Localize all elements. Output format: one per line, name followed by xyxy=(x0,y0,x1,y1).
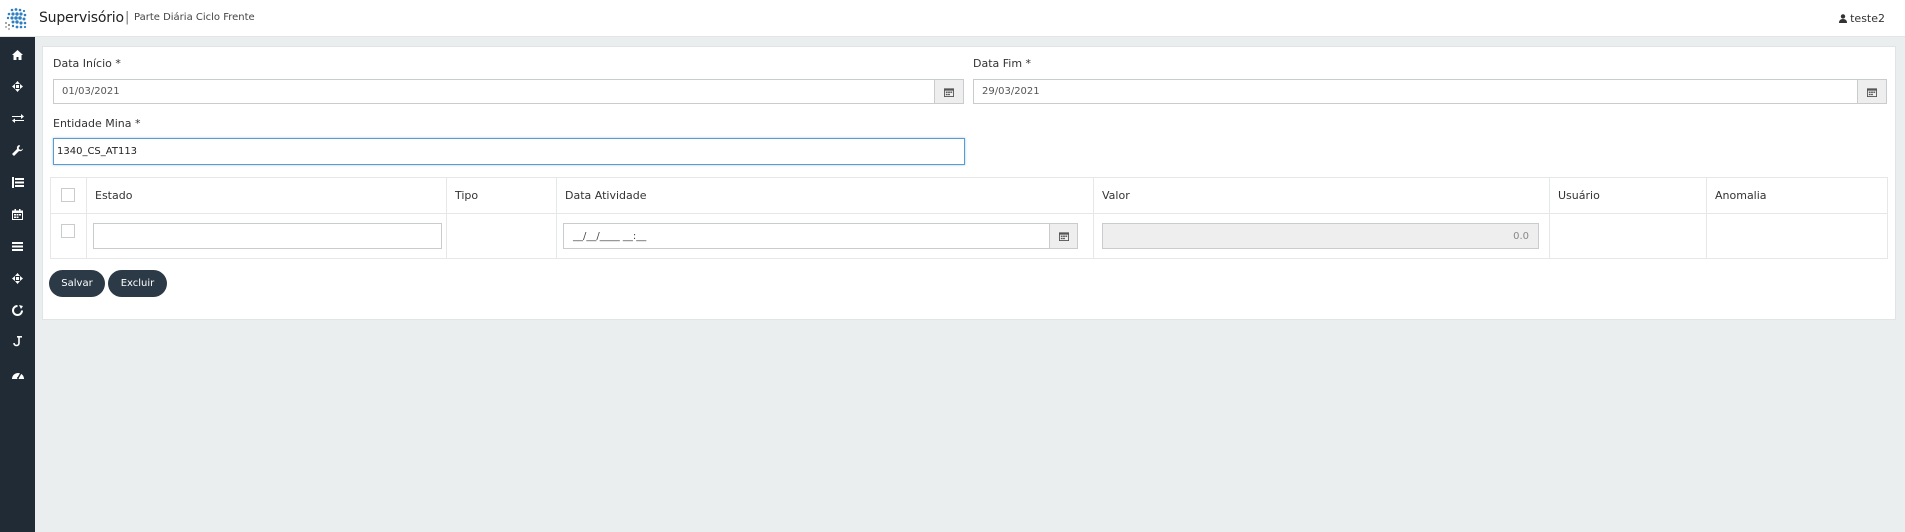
user-icon xyxy=(1839,14,1848,23)
sidebar-item-move[interactable] xyxy=(0,74,35,98)
data-inicio-input[interactable]: 01/03/2021 xyxy=(53,79,935,104)
hook-icon xyxy=(12,336,22,347)
data-inicio-calendar-button[interactable] xyxy=(935,79,964,104)
title-separator: | xyxy=(125,10,130,25)
select-all-checkbox[interactable] xyxy=(61,188,75,202)
menu-icon xyxy=(12,241,23,251)
calendar-icon xyxy=(1867,87,1877,97)
column-header-anomalia[interactable]: Anomalia xyxy=(1707,178,1887,213)
anomalia-cell xyxy=(1707,214,1887,259)
tipo-cell xyxy=(447,214,557,259)
top-bar: Supervisório | Parte Diária Ciclo Frente… xyxy=(0,0,1905,37)
column-header-tipo[interactable]: Tipo xyxy=(447,178,557,213)
valor-cell: 0.0 xyxy=(1094,214,1550,259)
sidebar xyxy=(0,37,35,532)
sidebar-item-home[interactable] xyxy=(0,43,35,67)
sidebar-item-tools[interactable] xyxy=(0,138,35,162)
save-button[interactable]: Salvar xyxy=(49,270,105,297)
data-atividade-cell: __/__/____ __:__ xyxy=(557,214,1094,259)
entidade-mina-label: Entidade Mina * xyxy=(53,117,141,130)
move-icon xyxy=(12,80,23,92)
move-icon xyxy=(12,272,23,284)
data-fim-input[interactable]: 29/03/2021 xyxy=(973,79,1858,104)
data-fim-label: Data Fim * xyxy=(973,57,1032,70)
row-checkbox[interactable] xyxy=(61,224,75,238)
user-menu[interactable]: teste2 xyxy=(1839,12,1885,25)
sidebar-item-refresh[interactable] xyxy=(0,298,35,322)
data-atividade-input[interactable]: __/__/____ __:__ xyxy=(563,223,1050,249)
estado-input[interactable] xyxy=(93,223,442,249)
sidebar-item-calendar[interactable] xyxy=(0,202,35,226)
entidade-mina-input[interactable]: 1340_CS_AT113 xyxy=(53,138,965,165)
data-atividade-calendar-button[interactable] xyxy=(1050,223,1078,249)
sidebar-item-dashboard[interactable] xyxy=(0,362,35,386)
sidebar-item-hook[interactable] xyxy=(0,330,35,354)
column-header-valor[interactable]: Valor xyxy=(1094,178,1550,213)
wrench-icon xyxy=(12,144,23,156)
app-logo-icon[interactable] xyxy=(4,6,30,32)
sidebar-item-menu[interactable] xyxy=(0,234,35,258)
main-panel: Data Início * 01/03/2021 Data Fim * 29/0… xyxy=(42,46,1896,320)
home-icon xyxy=(12,50,23,60)
usuario-cell xyxy=(1550,214,1707,259)
user-name: teste2 xyxy=(1850,12,1885,25)
row-select-cell xyxy=(51,214,87,259)
sidebar-item-list[interactable] xyxy=(0,170,35,194)
valor-readonly: 0.0 xyxy=(1102,223,1539,249)
refresh-icon xyxy=(12,304,23,316)
calendar-icon xyxy=(12,208,23,220)
list-icon xyxy=(11,176,24,188)
dashboard-icon xyxy=(11,372,24,379)
estado-cell xyxy=(87,214,447,259)
data-fim-calendar-button[interactable] xyxy=(1858,79,1887,104)
column-header-data-atividade[interactable]: Data Atividade xyxy=(557,178,1094,213)
app-title: Supervisório xyxy=(39,10,124,26)
calendar-icon xyxy=(944,87,954,97)
header-select-all xyxy=(51,178,87,213)
column-header-usuario[interactable]: Usuário xyxy=(1550,178,1707,213)
column-header-estado[interactable]: Estado xyxy=(87,178,447,213)
data-inicio-label: Data Início * xyxy=(53,57,121,70)
sidebar-item-exchange[interactable] xyxy=(0,106,35,130)
calendar-icon xyxy=(1058,232,1069,241)
page-title: Parte Diária Ciclo Frente xyxy=(134,12,255,23)
exchange-icon xyxy=(11,114,24,123)
delete-button[interactable]: Excluir xyxy=(108,270,167,297)
activities-table: Estado Tipo Data Atividade Valor Usuário… xyxy=(50,177,1888,259)
sidebar-item-move-2[interactable] xyxy=(0,266,35,290)
